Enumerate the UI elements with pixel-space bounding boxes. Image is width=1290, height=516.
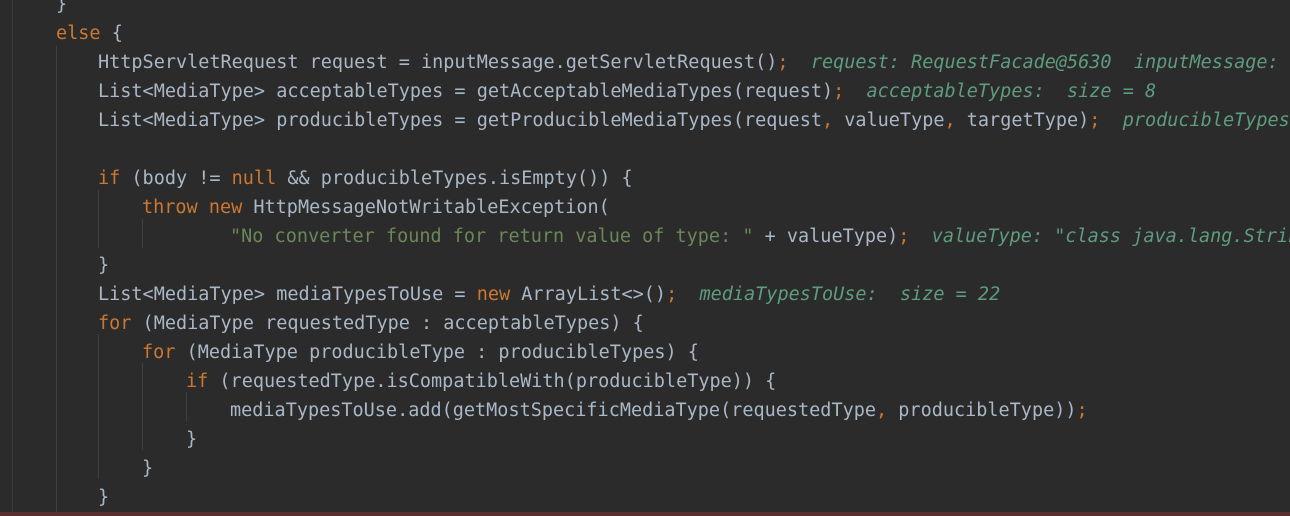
code-token: null [231, 168, 277, 189]
indent-guide [56, 46, 57, 516]
code-token: valueType [833, 110, 945, 131]
code-token: throw new [142, 197, 243, 218]
code-token: HttpServletRequest request = inputMessag… [98, 52, 778, 73]
code-line[interactable]: List<MediaType> acceptableTypes = getAcc… [98, 77, 1156, 106]
code-token: else [56, 23, 101, 44]
code-token: targetType) [955, 110, 1090, 131]
code-token: , [821, 110, 834, 131]
code-token: HttpMessageNotWritableException( [242, 197, 610, 218]
gutter-edge [12, 0, 13, 516]
code-token: { [100, 23, 123, 44]
code-token: if [186, 371, 209, 392]
code-line[interactable]: "No converter found for return value of … [230, 222, 1290, 251]
code-token: new [476, 284, 511, 305]
code-line[interactable]: List<MediaType> producibleTypes = getPro… [98, 106, 1290, 135]
code-line[interactable]: for (MediaType requestedType : acceptabl… [98, 309, 644, 338]
code-token: ; [666, 284, 678, 305]
code-token: ; [833, 81, 845, 102]
code-token: , [876, 400, 888, 421]
code-token: (MediaType requestedType : acceptableTyp… [131, 313, 644, 334]
code-token: (requestedType.isCompatibleWith(producib… [208, 371, 777, 392]
indent-guide [98, 190, 99, 248]
inline-debug-value: request: RequestFacade@5630 inputMessage… [810, 52, 1290, 73]
code-token: ; [777, 52, 789, 73]
code-token: (MediaType producibleType : producibleTy… [175, 342, 699, 363]
code-line[interactable]: else { [56, 19, 123, 48]
code-line[interactable]: List<MediaType> mediaTypesToUse = new Ar… [98, 280, 1000, 309]
inline-debug-value: acceptableTypes: size = 8 [866, 81, 1157, 102]
indent-guide [186, 392, 187, 421]
code-token: , [944, 110, 956, 131]
inline-debug-value: producibleTypes: size = 22 [1122, 110, 1290, 131]
code-token: } [142, 458, 154, 479]
code-token: if [98, 168, 121, 189]
code-token: "No converter found for return value of … [230, 226, 754, 247]
code-token: && producibleTypes.isEmpty()) { [276, 168, 633, 189]
code-token: for [142, 342, 176, 363]
code-token: (body != [120, 168, 232, 189]
code-token: List<MediaType> mediaTypesToUse = [98, 284, 477, 305]
code-line[interactable]: } [56, 0, 67, 19]
inline-debug-value: valueType: "class java.lang.String" [931, 226, 1290, 247]
indent-guide [142, 363, 143, 450]
code-token: } [186, 429, 198, 450]
bottom-highlight-bar [0, 512, 1290, 516]
code-line[interactable]: HttpServletRequest request = inputMessag… [98, 48, 1290, 77]
code-token: List<MediaType> acceptableTypes = getAcc… [98, 81, 834, 102]
code-token: } [98, 487, 110, 508]
code-token: mediaTypesToUse.add(getMostSpecificMedia… [230, 400, 877, 421]
indent-guide [98, 334, 99, 479]
code-line[interactable]: } [186, 425, 197, 454]
code-line[interactable]: throw new HttpMessageNotWritableExceptio… [142, 193, 610, 222]
code-token: ; [1076, 400, 1088, 421]
code-token: for [98, 313, 132, 334]
code-token: } [56, 0, 68, 15]
code-token: ; [898, 226, 910, 247]
indent-guide [142, 219, 143, 248]
code-line[interactable]: mediaTypesToUse.add(getMostSpecificMedia… [230, 396, 1088, 425]
code-line[interactable]: if (body != null && producibleTypes.isEm… [98, 164, 633, 193]
inline-debug-value: mediaTypesToUse: size = 22 [699, 284, 1001, 305]
code-line[interactable]: } [98, 251, 109, 280]
code-token: + valueType) [753, 226, 899, 247]
code-token: producibleType)) [887, 400, 1077, 421]
code-token: List<MediaType> producibleTypes = getPro… [98, 110, 822, 131]
code-token: } [98, 255, 110, 276]
code-token: ; [1089, 110, 1101, 131]
code-line[interactable]: for (MediaType producibleType : producib… [142, 338, 699, 367]
code-line[interactable]: } [142, 454, 153, 483]
code-line[interactable]: } [98, 483, 109, 512]
code-token: ArrayList<>() [510, 284, 667, 305]
code-editor[interactable]: } else { HttpServletRequest request = inpu… [0, 0, 1290, 516]
code-line[interactable]: if (requestedType.isCompatibleWith(produ… [186, 367, 776, 396]
